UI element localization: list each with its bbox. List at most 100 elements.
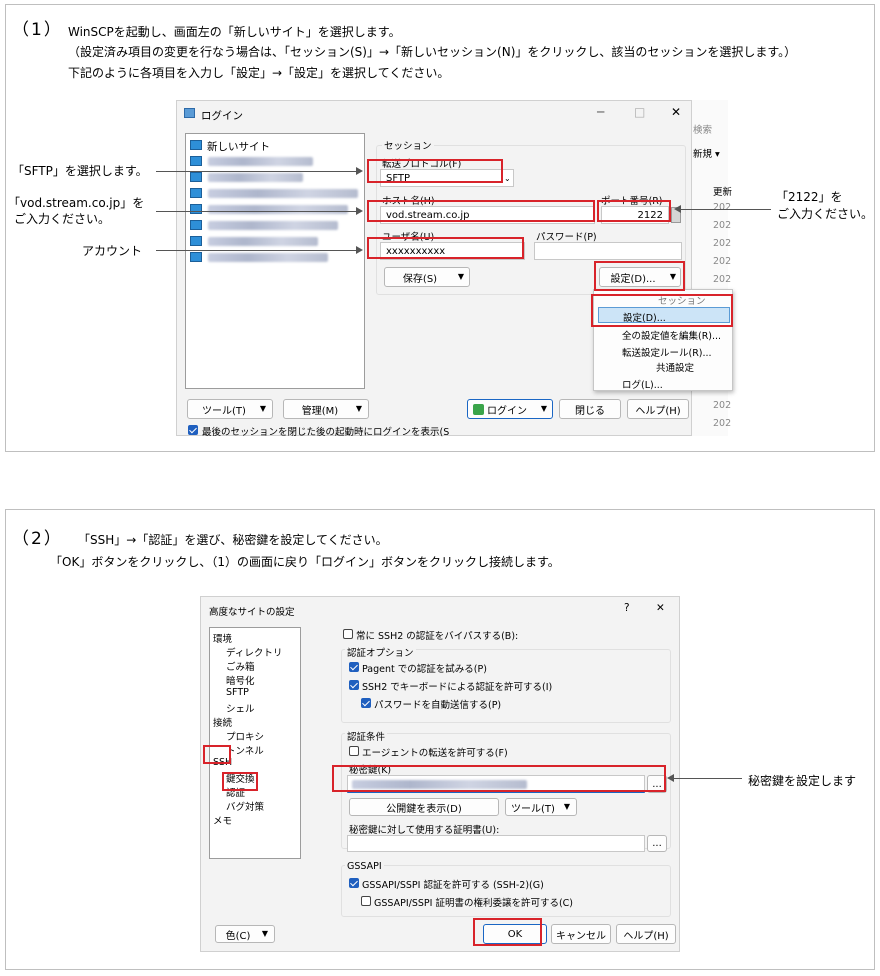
key-tools-label: ツール(T) [511, 803, 555, 815]
password-auto-checkbox[interactable] [361, 698, 371, 708]
keyboard-auth-checkbox[interactable] [349, 680, 359, 690]
site-monitor-icon [190, 252, 202, 262]
bg-row-date: 202 [713, 400, 732, 411]
step1-panel: （1） WinSCPを起動し、画面左の「新しいサイト」を選択します。 （設定済み… [5, 4, 875, 452]
bg-row-date: 202 [713, 220, 732, 231]
cert-input[interactable] [347, 835, 645, 852]
maximize-icon[interactable]: □ [634, 105, 645, 119]
highlight-ssh [203, 745, 231, 764]
step2-panel: （2） 「SSH」→「認証」を選び、秘密鍵を設定してください。 「OK」ボタンを… [5, 509, 875, 970]
dropdown-arrow-icon: ▼ [261, 929, 268, 938]
callout-line [156, 211, 356, 212]
manage-button[interactable]: 管理(M) ▼ [283, 399, 369, 419]
close-icon[interactable]: ✕ [671, 105, 681, 119]
dropdown-arrow-icon: ▼ [457, 272, 464, 281]
pageant-label: Pagent での認証を試みる(P) [362, 664, 487, 675]
cancel-button[interactable]: キャンセル [551, 924, 611, 944]
tree-item-proxy[interactable]: プロキシ [226, 729, 264, 743]
tree-item-tunnel[interactable]: トンネル [226, 743, 264, 757]
help-button[interactable]: ヘルプ(H) [627, 399, 689, 419]
tree-item-bugs[interactable]: バグ対策 [226, 799, 264, 813]
tree-item-shell[interactable]: シェル [226, 701, 255, 715]
tree-item-sftp[interactable]: SFTP [226, 687, 249, 698]
bg-new-label: 新規 ▾ [693, 149, 720, 160]
color-button-label: 色(C) [225, 930, 251, 942]
winscp-app-icon [184, 108, 195, 118]
arrow-left-icon [667, 774, 674, 782]
site-blurred-entry[interactable] [208, 205, 348, 214]
site-monitor-icon [190, 204, 202, 214]
step1-line2: （設定済み項目の変更を行なう場合は、「セッション(S)」→「新しいセッション(N… [68, 45, 797, 59]
tree-item-note[interactable]: メモ [213, 813, 232, 827]
annotation-private-key: 秘密鍵を設定します [748, 774, 857, 788]
highlight-settings-menu-item [591, 294, 733, 327]
highlight-protocol [367, 159, 503, 183]
gssapi-allow-checkbox[interactable] [349, 878, 359, 888]
gssapi-deleg-checkbox[interactable] [361, 896, 371, 906]
password-input[interactable] [534, 242, 682, 260]
bg-update-label: 更新 [713, 187, 733, 198]
bg-row-date: 202 [713, 274, 732, 285]
tree-item-recycle[interactable]: ごみ箱 [226, 659, 255, 673]
show-login-checkbox[interactable] [188, 425, 198, 435]
bypass-label: 常に SSH2 の認証をバイパスする(B): [356, 631, 519, 642]
step2-line1: 「SSH」→「認証」を選び、秘密鍵を設定してください。 [78, 533, 388, 547]
color-button[interactable]: 色(C) ▼ [215, 925, 275, 943]
site-monitor-icon [190, 140, 202, 150]
auth-conditions-label: 認証条件 [345, 729, 388, 743]
arrow-right-icon [356, 246, 363, 254]
tools-button[interactable]: ツール(T) ▼ [187, 399, 273, 419]
site-blurred-entry[interactable] [208, 253, 328, 262]
agent-forward-label: エージェントの転送を許可する(F) [362, 748, 508, 759]
agent-forward-checkbox[interactable] [349, 746, 359, 756]
tree-item-connection[interactable]: 接続 [213, 715, 232, 729]
site-blurred-entry[interactable] [208, 157, 313, 166]
annotation-sftp: 「SFTP」を選択します。 [12, 164, 148, 178]
tree-item-environment[interactable]: 環境 [213, 631, 232, 645]
login-button[interactable]: ログイン ▼ [467, 399, 553, 419]
site-blurred-entry[interactable] [208, 237, 318, 246]
menu-item-log[interactable]: ログ(L)... [622, 377, 663, 391]
close-button[interactable]: 閉じる [559, 399, 621, 419]
callout-line [156, 250, 356, 251]
site-blurred-entry[interactable] [208, 173, 303, 182]
highlight-settings-button [594, 261, 685, 291]
site-monitor-icon [190, 236, 202, 246]
help-button[interactable]: ヘルプ(H) [616, 924, 676, 944]
arrow-right-icon [356, 167, 363, 175]
site-new[interactable]: 新しいサイト [207, 139, 270, 154]
key-tools-button[interactable]: ツール(T) ▼ [505, 798, 577, 816]
close-icon[interactable]: ✕ [656, 602, 665, 614]
highlight-ok [473, 918, 542, 946]
login-icon [473, 404, 484, 415]
pageant-checkbox[interactable] [349, 662, 359, 672]
bypass-checkbox[interactable] [343, 629, 353, 639]
minimize-icon[interactable]: ─ [597, 105, 604, 119]
password-label: パスワード(P) [536, 232, 597, 243]
site-monitor-icon [190, 220, 202, 230]
menu-item-edit-all[interactable]: 全の設定値を編集(R)... [622, 328, 721, 342]
save-button[interactable]: 保存(S) ▼ [384, 267, 470, 287]
dropdown-arrow-icon: ▼ [259, 404, 266, 413]
tools-button-label: ツール(T) [202, 405, 246, 417]
callout-line [681, 209, 771, 210]
browse-cert-button[interactable]: ... [647, 835, 667, 852]
bg-row-date: 202 [713, 418, 732, 429]
auth-options-label: 認証オプション [345, 645, 416, 659]
help-icon[interactable]: ? [624, 602, 630, 614]
settings-tree[interactable]: 環境 ディレクトリ ごみ箱 暗号化 SFTP シェル 接続 プロキシ トンネル … [209, 627, 301, 859]
callout-line [156, 171, 356, 172]
show-public-key-button[interactable]: 公開鍵を表示(D) [349, 798, 499, 816]
tree-item-encryption[interactable]: 暗号化 [226, 673, 255, 687]
menu-item-transfer-rules[interactable]: 転送設定ルール(R)... [622, 345, 712, 359]
dropdown-arrow-icon: ▼ [540, 404, 547, 413]
site-blurred-entry[interactable] [208, 189, 358, 198]
highlight-private-key [332, 765, 666, 792]
annotation-host-a: 「vod.stream.co.jp」を [8, 196, 145, 210]
site-blurred-entry[interactable] [208, 221, 338, 230]
tree-item-directory[interactable]: ディレクトリ [226, 645, 282, 659]
cert-label: 秘密鍵に対して使用する証明書(U): [349, 825, 500, 836]
menu-item-common[interactable]: 共通設定 [656, 360, 694, 374]
login-titlebar: ログイン ─ □ ✕ [177, 101, 691, 127]
chevron-down-icon: ⌄ [504, 174, 511, 183]
